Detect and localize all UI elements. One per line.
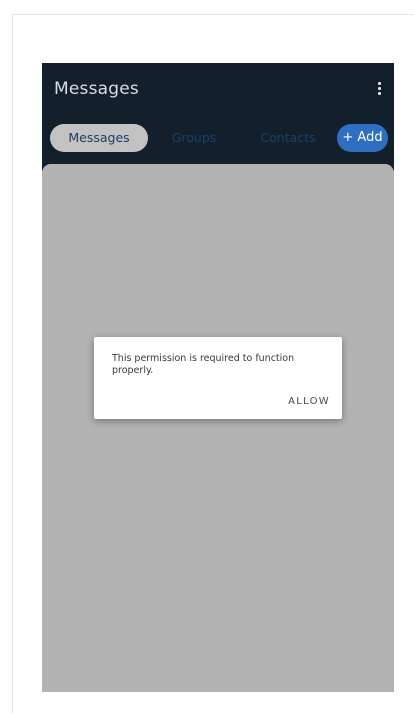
- tab-messages[interactable]: Messages: [50, 124, 148, 152]
- allow-button[interactable]: ALLOW: [288, 396, 330, 407]
- add-button[interactable]: + Add: [337, 124, 388, 152]
- more-vert-icon[interactable]: [371, 79, 387, 99]
- dialog-message: This permission is required to function …: [112, 353, 295, 376]
- tab-contacts[interactable]: Contacts: [250, 124, 326, 152]
- tab-groups[interactable]: Groups: [160, 124, 228, 152]
- permission-dialog: This permission is required to function …: [94, 337, 342, 419]
- content-area: [42, 164, 394, 692]
- page-title: Messages: [54, 79, 139, 99]
- app-bar: Messages Messages Groups Contacts + Add: [42, 63, 394, 171]
